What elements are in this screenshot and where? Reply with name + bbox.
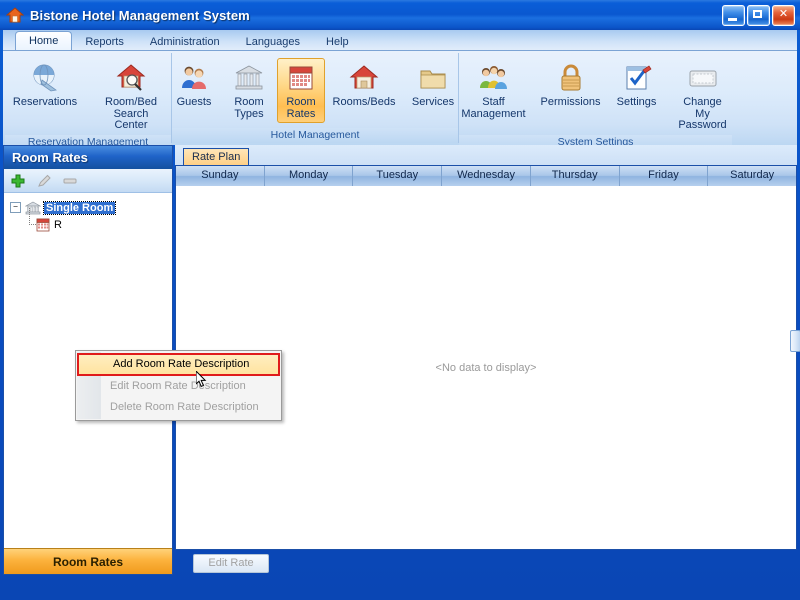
- menu-item-add-room-rate-description[interactable]: Add Room Rate Description: [77, 353, 280, 376]
- menu-item-label: Delete Room Rate Description: [110, 401, 259, 413]
- panel-header: Room Rates: [4, 146, 172, 169]
- tree-connector: [29, 208, 30, 224]
- change-my-password-label: Change My Password: [675, 97, 731, 132]
- grid-column-saturday[interactable]: Saturday: [708, 166, 796, 186]
- permissions-label: Permissions: [541, 97, 601, 109]
- ribbon-tabstrip: Home Reports Administration Languages He…: [3, 30, 797, 51]
- tree-node-label: Single Room: [44, 202, 115, 214]
- rooms-beds-label: Rooms/Beds: [333, 97, 396, 109]
- house-icon: [6, 6, 24, 24]
- room-rates-button[interactable]: Room Rates: [277, 58, 325, 123]
- tab-reports[interactable]: Reports: [72, 33, 137, 51]
- room-types-button[interactable]: Room Types: [225, 58, 273, 123]
- bank-icon: [233, 62, 265, 94]
- grid-header-row: Sunday Monday Tuesday Wednesday Thursday…: [176, 166, 796, 187]
- ribbon-group-items: Guests R: [165, 53, 465, 128]
- grid-column-friday[interactable]: Friday: [620, 166, 709, 186]
- maximize-button[interactable]: [747, 5, 770, 26]
- room-types-label: Room Types: [234, 97, 263, 120]
- ribbon: Home Reports Administration Languages He…: [3, 30, 797, 145]
- tab-help[interactable]: Help: [313, 33, 362, 51]
- house-icon: [348, 62, 380, 94]
- delete-icon: [62, 173, 78, 189]
- ribbon-group-items: Staff Management Permissions: [453, 53, 739, 135]
- window-controls: ✕: [722, 5, 795, 26]
- mouse-cursor: [196, 371, 208, 389]
- lock-icon: [555, 62, 587, 94]
- ribbon-group-items: Reservations Room/Bed Search Center: [2, 53, 174, 135]
- services-label: Services: [412, 97, 454, 109]
- minimize-icon: [728, 18, 737, 21]
- house-search-icon: [115, 62, 147, 94]
- title-bar: Bistone Hotel Management System ✕: [0, 0, 800, 30]
- application-window: Bistone Hotel Management System ✕ Home R…: [0, 0, 800, 600]
- panel-toolbar: [4, 169, 172, 193]
- bank-icon: [25, 200, 41, 216]
- grid-vertical-scrollbar-thumb[interactable]: [790, 330, 800, 352]
- grid-column-wednesday[interactable]: Wednesday: [442, 166, 531, 186]
- grid-column-monday[interactable]: Monday: [265, 166, 354, 186]
- menu-item-edit-room-rate-description: Edit Room Rate Description: [76, 376, 281, 397]
- grid-column-tuesday[interactable]: Tuesday: [353, 166, 442, 186]
- settings-label: Settings: [617, 97, 657, 109]
- ribbon-group-system-settings: Staff Management Permissions: [458, 53, 732, 143]
- calendar-icon: [35, 217, 51, 233]
- tree-node-label: R: [54, 219, 62, 231]
- rooms-beds-button[interactable]: Rooms/Beds: [329, 58, 399, 112]
- edit-rate-button[interactable]: Edit Rate: [193, 554, 269, 573]
- globe-icon: [29, 62, 61, 94]
- edit-pencil-icon: [36, 173, 52, 189]
- folder-icon: [417, 62, 449, 94]
- checklist-icon: [621, 62, 653, 94]
- menu-item-delete-room-rate-description: Delete Room Rate Description: [76, 397, 281, 418]
- room-bed-search-center-label: Room/Bed Search Center: [96, 97, 166, 132]
- keyboard-icon: [687, 62, 719, 94]
- room-rates-label: Room Rates: [286, 97, 315, 120]
- reservations-label: Reservations: [13, 97, 77, 109]
- calendar-icon: [285, 62, 317, 94]
- main-body: Room Rates: [3, 145, 797, 575]
- guests-icon: [178, 62, 210, 94]
- change-my-password-button[interactable]: Change My Password: [669, 58, 737, 135]
- tab-home[interactable]: Home: [15, 31, 72, 51]
- panel-footer-room-rates[interactable]: Room Rates: [4, 548, 172, 574]
- tab-administration[interactable]: Administration: [137, 33, 233, 51]
- tab-languages[interactable]: Languages: [233, 33, 313, 51]
- ribbon-content: Reservations Room/Bed Search Center: [3, 50, 797, 145]
- panel-footer-label: Room Rates: [53, 555, 123, 569]
- add-icon[interactable]: [10, 173, 26, 189]
- rate-plan-bottom-bar: Edit Rate: [175, 552, 797, 575]
- permissions-button[interactable]: Permissions: [537, 58, 605, 112]
- staff-management-button[interactable]: Staff Management: [455, 58, 533, 123]
- menu-item-label: Add Room Rate Description: [113, 358, 249, 370]
- ribbon-group-hotel-management: Guests R: [171, 53, 458, 143]
- settings-button[interactable]: Settings: [609, 58, 665, 112]
- tab-rate-plan[interactable]: Rate Plan: [183, 148, 249, 165]
- maximize-icon: [753, 10, 762, 18]
- close-icon: ✕: [773, 6, 794, 25]
- collapse-expander-icon[interactable]: −: [10, 202, 21, 213]
- grid-column-sunday[interactable]: Sunday: [176, 166, 265, 186]
- grid-column-thursday[interactable]: Thursday: [531, 166, 620, 186]
- menu-item-label: Edit Room Rate Description: [110, 380, 246, 392]
- guests-button[interactable]: Guests: [167, 58, 221, 112]
- close-button[interactable]: ✕: [772, 5, 795, 26]
- tree-node-rate-description[interactable]: R: [18, 216, 172, 233]
- staff-icon: [478, 62, 510, 94]
- document-tabstrip: Rate Plan: [175, 145, 797, 165]
- ribbon-group-label-hotel-management: Hotel Management: [172, 128, 458, 143]
- window-title: Bistone Hotel Management System: [30, 8, 250, 23]
- guests-label: Guests: [177, 97, 212, 109]
- reservations-button[interactable]: Reservations: [4, 58, 86, 112]
- minimize-button[interactable]: [722, 5, 745, 26]
- context-menu: Add Room Rate Description Edit Room Rate…: [75, 350, 282, 421]
- room-bed-search-center-button[interactable]: Room/Bed Search Center: [90, 58, 172, 135]
- staff-management-label: Staff Management: [461, 97, 525, 120]
- ribbon-group-reservation-management: Reservations Room/Bed Search Center: [5, 53, 171, 143]
